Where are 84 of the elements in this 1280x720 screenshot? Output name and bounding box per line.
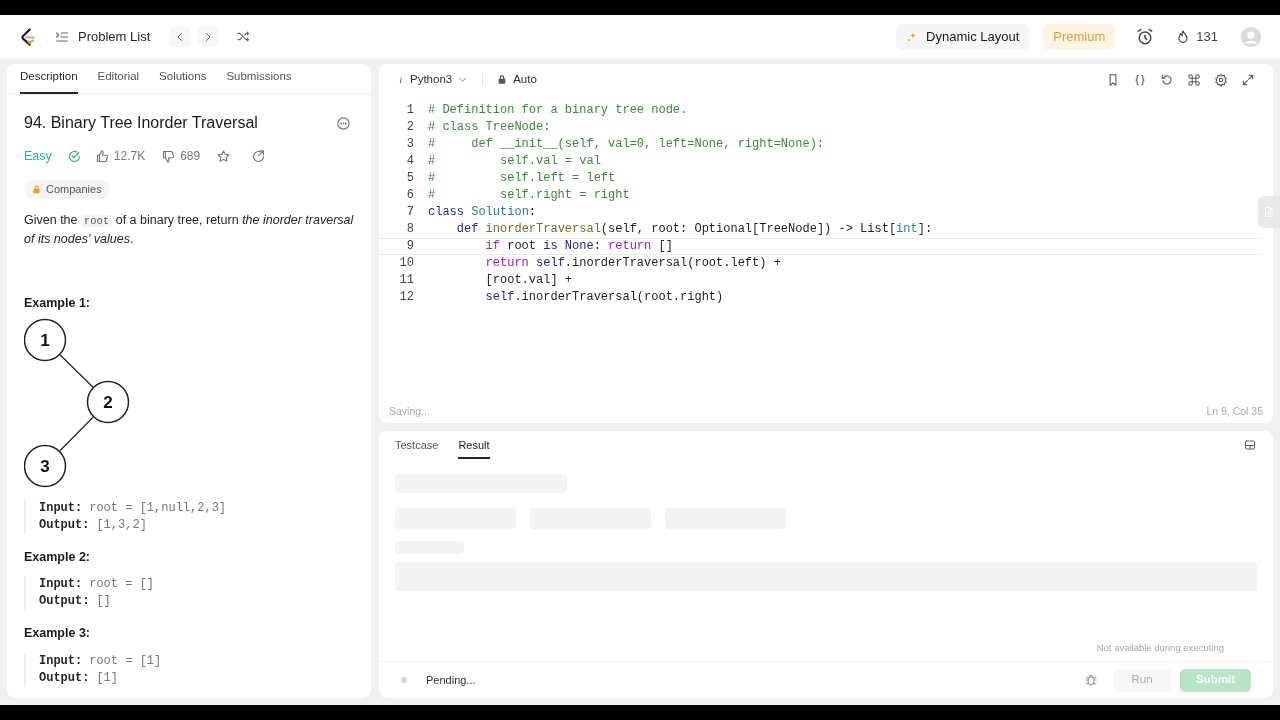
- chevron-down-icon: [457, 74, 469, 85]
- bug-icon[interactable]: [1084, 673, 1098, 687]
- difficulty-label: Easy: [24, 148, 52, 165]
- layout-icon[interactable]: [1244, 439, 1256, 451]
- check-circle-icon: [66, 148, 82, 164]
- line-number: 10: [398, 256, 414, 271]
- cursor-position: Ln 9, Col 35: [1206, 404, 1263, 420]
- command-icon[interactable]: [1187, 72, 1201, 87]
- tree-edge: [59, 415, 94, 452]
- example-label: Input:: [39, 499, 83, 517]
- code-line: class Solution:: [428, 205, 537, 220]
- lock-icon: [32, 184, 41, 194]
- example-heading: Example 3:: [24, 625, 91, 643]
- panel-tab[interactable]: Description: [20, 64, 78, 94]
- thumbs-down-icon: [161, 148, 177, 164]
- line-number: 12: [398, 290, 414, 305]
- dislike-button[interactable]: 689: [161, 147, 201, 166]
- tooltip-text: Not available during executing: [1096, 640, 1224, 655]
- example-value: root = []: [89, 576, 155, 594]
- line-number: 8: [405, 222, 414, 237]
- code-line: # def __init__(self, val=0, left=None, right=None):: [428, 137, 825, 152]
- line-number: 5: [405, 171, 414, 186]
- line-number: 1: [405, 103, 414, 118]
- panel-tab[interactable]: Solutions: [159, 64, 207, 94]
- tree-edge: [59, 353, 94, 388]
- thumbs-up-icon: [94, 148, 110, 164]
- example-heading: Example 2:: [24, 548, 91, 566]
- code-line: # Definition for a binary tree node.: [428, 103, 688, 118]
- code-line: return self.inorderTraversal(root.left) +: [484, 256, 781, 271]
- problem-list-button[interactable]: Problem List: [50, 22, 155, 51]
- code-line: if root is None: return []: [484, 239, 673, 254]
- more-options-icon[interactable]: [336, 115, 351, 131]
- line-number: 7: [405, 205, 414, 220]
- example-label: Input:: [39, 653, 83, 670]
- save-status: Saving...: [389, 404, 430, 420]
- example-label: Output:: [39, 516, 90, 534]
- panel-tab[interactable]: Submissions: [226, 64, 292, 94]
- example-heading: Example 1:: [24, 294, 91, 312]
- share-icon[interactable]: [251, 148, 267, 164]
- expand-icon[interactable]: [1241, 72, 1255, 87]
- example-value: [1,3,2]: [96, 516, 147, 534]
- shuffle-icon[interactable]: [236, 29, 252, 44]
- tree-node: 1: [24, 318, 67, 361]
- example-label: Input:: [39, 576, 83, 594]
- code-line: def inorderTraversal(self, root: Optional[TreeNode]) -> List[int]:: [455, 222, 933, 237]
- example-value: []: [96, 593, 111, 611]
- reset-icon[interactable]: [1160, 72, 1174, 87]
- bookmark-icon[interactable]: [1106, 72, 1120, 87]
- problem-statement: Given the root of a binary tree, return the inorder traversal of its nodes' values.: [24, 211, 354, 248]
- logo-icon[interactable]: [18, 25, 38, 48]
- line-number: 3: [405, 137, 414, 152]
- auto-mode-button[interactable]: Auto: [497, 70, 537, 89]
- problem-title: 94. Binary Tree Inorder Traversal: [24, 113, 258, 133]
- line-number: 4: [405, 154, 414, 169]
- lock-icon: [497, 74, 508, 85]
- code-line: # class TreeNode:: [428, 120, 551, 135]
- example-value: [1]: [96, 670, 119, 687]
- like-button[interactable]: 12.7K: [94, 147, 146, 166]
- example-value: root = [1,null,2,3]: [89, 499, 227, 517]
- code-line: [root.val] +: [484, 273, 573, 288]
- example-label: Output:: [39, 670, 90, 687]
- line-number: 6: [405, 188, 414, 203]
- panel-tab[interactable]: Editorial: [97, 64, 140, 94]
- line-number: 11: [398, 273, 414, 288]
- line-number: 2: [405, 120, 414, 135]
- code-line: self.inorderTraversal(root.right): [484, 290, 724, 305]
- settings-icon[interactable]: [1214, 72, 1228, 87]
- code-line: # self.left = left: [428, 171, 616, 186]
- panel-tab[interactable]: Testcase: [395, 434, 439, 459]
- run-status: Pending...: [426, 672, 476, 688]
- code-line: # self.right = right: [428, 188, 630, 203]
- line-number: 9: [405, 239, 414, 254]
- dynamic-layout-button[interactable]: Dynamic Layout: [896, 23, 1030, 50]
- companies-tag[interactable]: Companies: [24, 179, 110, 199]
- star-icon[interactable]: [216, 148, 232, 164]
- tree-node: 3: [24, 444, 67, 487]
- example-value: root = [1]: [89, 653, 162, 670]
- braces-icon[interactable]: [1133, 72, 1147, 87]
- tree-node: 2: [86, 380, 130, 423]
- language-selector[interactable]: Python3: [397, 70, 469, 89]
- code-line: # self.val = val: [428, 154, 601, 169]
- streak-count: 131: [1196, 27, 1218, 46]
- panel-tab[interactable]: Result: [458, 434, 490, 459]
- example-label: Output:: [39, 593, 90, 611]
